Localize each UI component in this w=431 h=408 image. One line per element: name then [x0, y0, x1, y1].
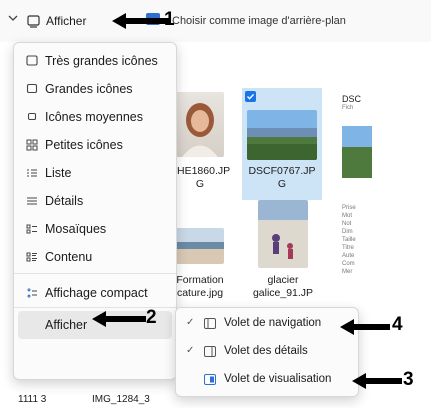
callout-number-1: 1: [164, 9, 175, 30]
file-name: 1111 3: [18, 394, 47, 405]
thumbnail-bhe1860[interactable]: [176, 92, 224, 157]
details-label: Not: [342, 221, 352, 227]
file-name: IMG_1284_3: [92, 394, 150, 405]
file-name: glacier galice_91.JP: [252, 274, 314, 299]
menu-divider: [14, 273, 176, 274]
menu-item-medium-icons[interactable]: Icônes moyennes: [14, 103, 176, 131]
tiles-icon: [26, 224, 37, 234]
thumbnail-glacier[interactable]: [258, 200, 308, 268]
navigation-pane-icon: [204, 318, 216, 329]
menu-item-details[interactable]: Détails: [14, 187, 176, 215]
callout-arrow-4: [340, 319, 390, 335]
view-button-label: Afficher: [46, 14, 87, 28]
file-name: DSCF0767.JP G: [248, 165, 316, 190]
landscape-photo: [247, 110, 317, 160]
check-icon: ✓: [186, 317, 195, 328]
callout-number-3: 3: [403, 369, 414, 390]
compact-icon: [27, 288, 37, 298]
check-icon: ✓: [186, 345, 195, 356]
menu-item-small-icons[interactable]: Petites icônes: [14, 131, 176, 159]
command-bar: Afficher Choisir comme image d'arrière-p…: [0, 0, 431, 42]
square-icon: [26, 83, 38, 94]
hikers-photo: [258, 200, 308, 268]
menu-item-list[interactable]: Liste: [14, 159, 176, 187]
details-preview: [342, 126, 372, 178]
details-label: Prise: [342, 205, 356, 211]
file-name: BHE1860.JP G: [170, 165, 231, 190]
menu-item-large-icons[interactable]: Grandes icônes: [14, 75, 176, 103]
thumbnail-formation[interactable]: [176, 228, 224, 264]
menu-item-very-large-icons[interactable]: Très grandes icônes: [14, 47, 176, 75]
details-pane-icon: [204, 346, 216, 357]
submenu-item-preview-pane[interactable]: Volet de visualisation: [176, 366, 358, 394]
chevron-down-icon[interactable]: [8, 13, 18, 23]
details-pane: DSC Fich Prise Mot Not Dim Taille Titre …: [342, 90, 431, 310]
submenu-item-navigation-pane[interactable]: ✓ Volet de navigation: [176, 310, 358, 338]
grid-icon: [26, 139, 38, 151]
details-label: Taille: [342, 237, 356, 243]
content-icon: [26, 252, 37, 262]
show-submenu: ✓ Volet de navigation ✓ Volet des détail…: [175, 307, 359, 397]
menu-item-compact-view[interactable]: Affichage compact: [14, 279, 176, 307]
submenu-item-details-pane[interactable]: ✓ Volet des détails: [176, 338, 358, 366]
details-label: Aute: [342, 253, 355, 259]
menu-item-content[interactable]: Contenu: [14, 243, 176, 271]
menu-item-tiles[interactable]: Mosaïques: [14, 215, 176, 243]
view-button[interactable]: Afficher: [27, 9, 86, 33]
view-menu: Très grandes icônes Grandes icônes Icône…: [13, 42, 177, 380]
callout-number-4: 4: [392, 314, 403, 335]
file-name: Formation cature.jpg: [176, 274, 224, 299]
details-label: Titre: [342, 245, 354, 251]
beach-photo: [176, 228, 224, 264]
portrait-photo: [182, 103, 218, 157]
checkbox-icon[interactable]: [245, 91, 256, 102]
thumbnail-dscf0767[interactable]: [247, 110, 317, 160]
details-icon: [27, 197, 37, 205]
details-title: DSC: [342, 94, 362, 104]
preview-pane-icon: [204, 374, 216, 385]
set-as-background-button[interactable]: Choisir comme image d'arrière-plan: [172, 15, 346, 27]
details-subtitle: Fich: [342, 105, 354, 111]
callout-number-2: 2: [146, 307, 157, 328]
callout-arrow-3: [352, 373, 402, 389]
callout-arrow-1: [112, 13, 170, 29]
square-icon: [26, 55, 38, 66]
callout-arrow-2: [92, 311, 146, 327]
details-label: Com: [342, 261, 355, 267]
list-icon: [27, 169, 37, 177]
details-label: Dim: [342, 229, 353, 235]
view-icon: [27, 14, 40, 28]
square-icon: [27, 112, 37, 121]
details-label: Mer: [342, 269, 353, 275]
details-label: Mot: [342, 213, 353, 219]
